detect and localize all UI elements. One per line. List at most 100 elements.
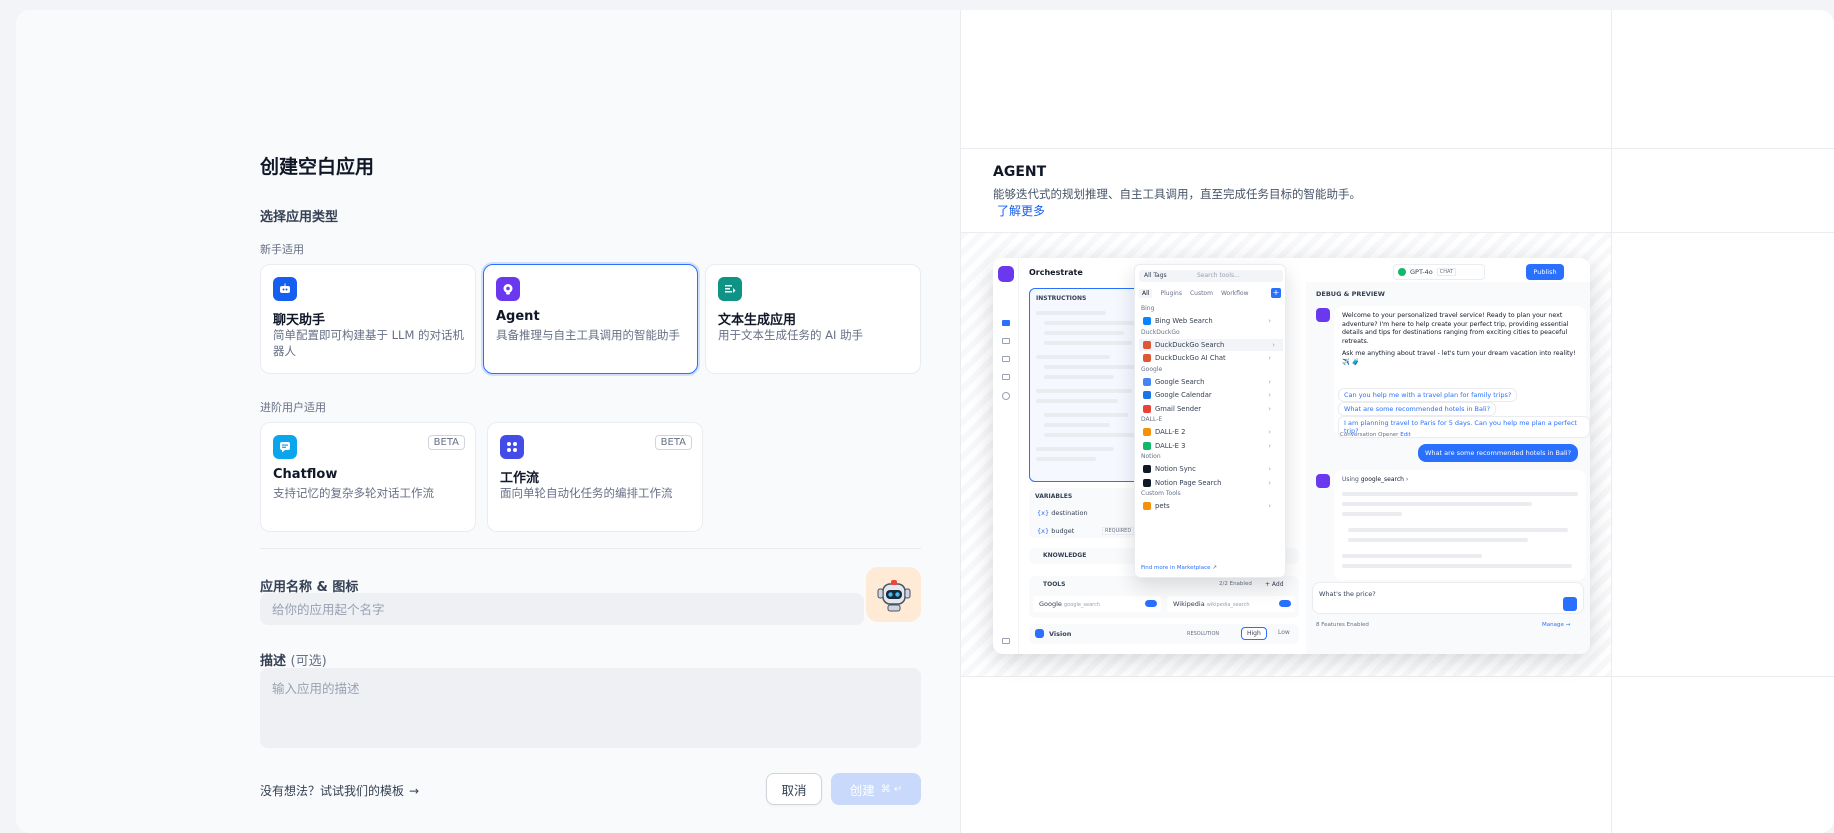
knowledge-label: KNOWLEDGE [1043,552,1087,559]
app-type-card-chat[interactable]: 聊天助手 简单配置即可构建基于 LLM 的对话机器人 [260,264,476,374]
menu-item-label: DALL-E 3 [1155,441,1186,450]
tools-label: TOOLS [1043,581,1066,588]
create-app-modal: 创建空白应用 选择应用类型 新手适用 聊天助手 简单配置即可构建基于 LLM 的… [16,10,1834,833]
description-textarea[interactable] [260,668,921,748]
features-enabled: 8 Features Enabled [1316,622,1369,628]
create-button[interactable]: 创建 ⌘ ↵ [831,773,921,805]
add-icon: + [1271,288,1281,298]
card-desc: 具备推理与自主工具调用的智能助手 [496,328,680,342]
high-option: High [1241,627,1267,640]
collapse-icon [1002,638,1010,644]
app-type-card-agent[interactable]: Agent 具备推理与自主工具调用的智能助手 [483,264,698,374]
tool-icon [1143,391,1151,399]
menu-item: DuckDuckGo Search › [1139,338,1283,351]
chevron-right-icon: › [1268,391,1271,399]
grid-line [961,148,1834,149]
app-type-card-completion[interactable]: 文本生成应用 用于文本生成任务的 AI 助手 [705,264,921,374]
menu-item: Notion Page Search › [1143,477,1279,489]
tool-search: All Tags Search tools... [1139,270,1283,282]
chevron-right-icon: › [1268,428,1271,436]
select-type-label: 选择应用类型 [260,210,339,225]
chevron-right-icon: › [1268,478,1271,487]
annotation-icon [1002,356,1010,362]
tools-enabled: 2/2 Enabled [1219,581,1252,587]
text-generation-icon [718,277,742,301]
card-desc: 简单配置即可构建基于 LLM 的对话机器人 [273,328,465,358]
menu-group-label: Bing [1141,305,1155,312]
card-desc: 用于文本生成任务的 AI 助手 [718,328,864,342]
template-link[interactable]: 没有想法？试试我们的模板 → [260,782,419,799]
agent-description: 能够迭代式的规划推理、自主工具调用，直至完成任务目标的智能助手。 [993,187,1361,201]
vision-label: Vision [1049,630,1072,638]
divider [260,548,921,549]
shortcut-icon: ⌘ ↵ [880,783,903,795]
chevron-right-icon: › [1272,340,1275,349]
tools-section: TOOLS 2/2 Enabled + Add Google google_se… [1029,576,1299,618]
suggestion-chip: Can you help me with a travel plan for f… [1338,388,1518,402]
menu-item: Google Calendar › [1143,389,1279,401]
menu-group-label: Custom Tools [1141,490,1181,497]
bot-avatar [1316,308,1330,322]
tool-icon [1143,377,1151,386]
menu-item-label: Google Search [1155,377,1205,386]
description-label: 描述 (可选) [260,654,327,669]
log-icon [1002,338,1010,344]
overview-icon [1002,374,1010,380]
add-tool-button: + Add [1265,581,1284,588]
tool-icon [1143,404,1151,413]
chevron-right-icon: › [1268,404,1271,413]
agent-preview-image: Orchestrate INSTRUCTIONS VARIABLES {x} d… [993,258,1590,654]
menu-group-label: DuckDuckGo [1141,328,1180,336]
beginner-group-label: 新手适用 [260,243,304,256]
resolution-label: RESOLUTION [1187,631,1220,637]
tool-dropdown: All Tags Search tools... All Plugins Cus… [1134,264,1286,578]
menu-item-label: Notion Sync [1155,465,1196,473]
opener-label: Conversation Opener Edit [1340,432,1411,438]
tool-icon [1143,502,1151,510]
vision-section: Vision RESOLUTION High Low [1029,624,1299,644]
app-type-card-workflow[interactable]: BETA 工作流 面向单轮自动化任务的编排工作流 [487,422,703,532]
card-title: 工作流 [500,471,540,486]
card-title: Chatflow [273,467,338,482]
instructions-label: INSTRUCTIONS [1036,295,1087,302]
chevron-right-icon: › [1268,502,1271,510]
tool-icon [1143,354,1151,362]
manage-link: Manage → [1542,622,1571,628]
chevron-right-icon: › [1268,377,1271,386]
menu-item-label: Gmail Sender [1155,404,1202,413]
publish-button: Publish [1526,264,1564,280]
menu-item-label: Notion Page Search [1155,478,1222,487]
tool-icon [1143,465,1151,473]
tool-wikipedia: Wikipedia wikipedia_search [1167,596,1295,612]
menu-group-label: DALL-E [1141,416,1163,423]
tool-icon [1143,478,1151,487]
variables-label: VARIABLES [1035,493,1073,500]
tool-tabs: All Plugins Custom Workflow [1139,287,1283,299]
vision-icon [1035,629,1044,638]
beta-badge: BETA [654,435,692,450]
instructions-box: INSTRUCTIONS [1029,288,1149,482]
bot-response: Using google_search › [1334,470,1586,580]
app-icon-picker[interactable] [866,567,921,622]
menu-item: DALL-E 3 › [1143,440,1279,452]
preview-sidebar [993,258,1019,654]
tool-icon [1143,428,1151,436]
learn-more-link[interactable]: 了解更多 [997,202,1045,219]
monitor-icon [1002,392,1010,400]
menu-item: Google Search › [1143,376,1279,388]
app-name-input[interactable] [260,593,864,625]
chat-bot-icon [273,277,297,301]
agent-heading: AGENT [993,164,1047,180]
app-icon [998,266,1014,282]
menu-item: Gmail Sender › [1143,403,1279,415]
cancel-button[interactable]: 取消 [766,773,822,805]
card-desc: 支持记忆的复杂多轮对话工作流 [273,486,434,500]
user-message: What are some recommended hotels in Bali… [1418,444,1578,462]
low-option: Low [1278,629,1290,636]
debug-title: DEBUG & PREVIEW [1316,290,1385,298]
app-type-card-chatflow[interactable]: BETA Chatflow 支持记忆的复杂多轮对话工作流 [260,422,476,532]
beta-badge: BETA [427,435,465,450]
menu-group-label: Notion [1141,453,1161,460]
grid-line [1611,10,1612,833]
debug-panel: DEBUG & PREVIEW Welcome to your personal… [1306,282,1590,654]
